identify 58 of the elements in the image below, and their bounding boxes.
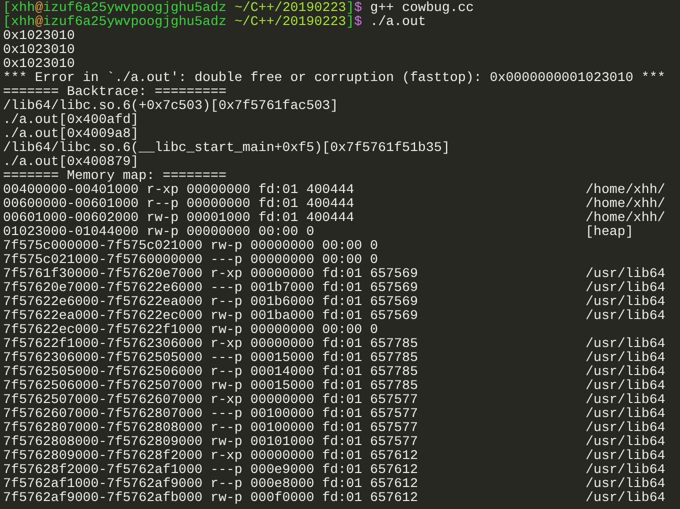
output-line: /lib64/libc.so.6(__libc_start_main+0xf5)[0x7f5761f51b35] [3,141,450,155]
memory-map-entry: 7f5762506000-7f5762507000 rw-p 00015000 fd:01 657785 [3,378,418,393]
memory-map-entry: 01023000-01044000 rw-p 00000000 00:00 0 [3,224,314,239]
mapped-path: /usr/lib64 [585,379,666,393]
output-line: ./a.out[0x4009a8] [3,127,139,141]
output-line: ======= Memory map: ======== [3,169,226,183]
memory-map-entry: 7f57622e6000-7f57622ea000 r--p 001b6000 fd:01 657569 [3,294,418,309]
mapped-path: /usr/lib64 [585,421,666,435]
output-line: ======= Backtrace: ========= [3,85,226,99]
mapped-path: /usr/lib64 [585,337,666,351]
memory-map-entry: 7f5762af1000-7f5762af9000 r--p 000e8000 fd:01 657612 [3,476,418,491]
memory-map-entry: 00601000-00602000 rw-p 00001000 fd:01 400444 [3,210,354,225]
memory-map-entry: 7f57620e7000-7f57622e6000 ---p 001b7000 fd:01 657569 [3,280,418,295]
output-line: ./a.out[0x400879] [3,155,139,169]
mapped-path: /usr/lib64 [585,435,666,449]
mapped-path: /home/xhh/ [585,183,666,197]
mapped-path: /usr/lib64 [585,477,666,491]
memory-map-entry: 7f575c000000-7f575c021000 rw-p 00000000 00:00 0 [3,238,378,253]
memory-map-entry: 7f5762807000-7f5762808000 r--p 00100000 fd:01 657577 [3,420,418,435]
mapped-path: /home/xhh/ [585,211,666,225]
mapped-path: [heap] [585,225,634,239]
mapped-path: /usr/lib64 [585,491,666,505]
memory-map-entry: 7f5762607000-7f5762807000 ---p 00100000 fd:01 657577 [3,406,418,421]
memory-map-entry: 7f5762809000-7f57628f2000 r-xp 00000000 fd:01 657612 [3,448,418,463]
output-line: /lib64/libc.so.6(+0x7c503)[0x7f5761fac503] [3,99,338,113]
memory-map-entry: 7f5762808000-7f5762809000 rw-p 00101000 fd:01 657577 [3,434,418,449]
memory-map-entry: 7f57622f1000-7f5762306000 r-xp 00000000 fd:01 657785 [3,336,418,351]
mapped-path: /usr/lib64 [585,309,666,323]
memory-map-entry: 7f5762505000-7f5762506000 r--p 00014000 fd:01 657785 [3,364,418,379]
mapped-path: /usr/lib64 [585,295,666,309]
mapped-path: /usr/lib64 [585,463,666,477]
mapped-path: /usr/lib64 [585,281,666,295]
memory-map-entry: 7f57622ea000-7f57622ec000 rw-p 001ba000 fd:01 657569 [3,308,418,323]
memory-map-entry: 7f5762306000-7f5762505000 ---p 00015000 fd:01 657785 [3,350,418,365]
memory-map-entry: 00600000-00601000 r--p 00000000 fd:01 400444 [3,196,354,211]
output-line: 0x1023010 [3,29,75,43]
memory-map-entry: 7f57622ec000-7f57622f1000 rw-p 00000000 00:00 0 [3,322,378,337]
output-line: 0x1023010 [3,43,75,57]
output-line: ./a.out[0x400afd] [3,113,139,127]
command-text: ./a.out [370,15,426,29]
command-text: g++ cowbug.cc [370,1,474,15]
memory-map-entry: 7f5762af9000-7f5762afb000 rw-p 000f0000 fd:01 657612 [3,490,418,505]
mapped-path: /usr/lib64 [585,393,666,407]
memory-map-entry: 7f575c021000-7f5760000000 ---p 00000000 00:00 0 [3,252,378,267]
memory-map-entry: 7f57628f2000-7f5762af1000 ---p 000e9000 fd:01 657612 [3,462,418,477]
memory-map-entry: 00400000-00401000 r-xp 00000000 fd:01 400444 [3,182,354,197]
output-line: *** Error in `./a.out': double free or corruption (fasttop): 0x0000000001023010 *** [3,71,666,85]
output-line: 0x1023010 [3,57,75,71]
memory-map-entry: 7f5761f30000-7f57620e7000 r-xp 00000000 fd:01 657569 [3,266,418,281]
mapped-path: /usr/lib64 [585,365,666,379]
shell-prompt: [xhh@izuf6a25ywvpoogjghu5adz ~/C++/20190223]$ [3,15,362,29]
memory-map-entry: 7f5762507000-7f5762607000 r-xp 00000000 fd:01 657577 [3,392,418,407]
mapped-path: /usr/lib64 [585,407,666,421]
mapped-path: /usr/lib64 [585,351,666,365]
shell-prompt: [xhh@izuf6a25ywvpoogjghu5adz ~/C++/20190223]$ [3,1,362,15]
mapped-path: /usr/lib64 [585,449,666,463]
mapped-path: /usr/lib64 [585,267,666,281]
mapped-path: /home/xhh/ [585,197,666,211]
